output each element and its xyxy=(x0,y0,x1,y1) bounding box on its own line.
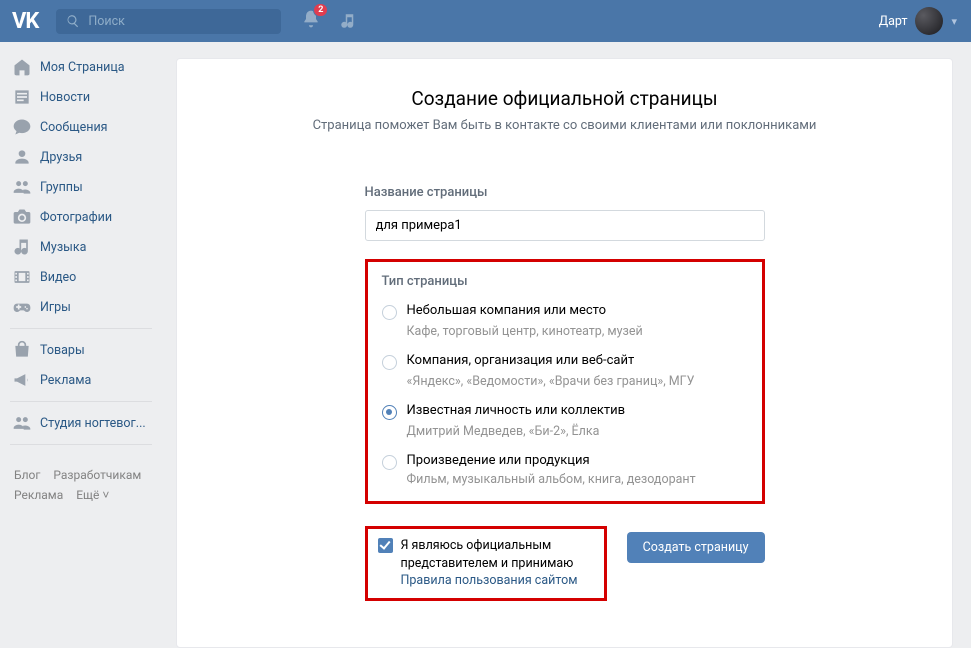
radio-hint: Дмитрий Медведев, «Би-2», Ёлка xyxy=(407,424,748,439)
nav-label: Игры xyxy=(40,300,71,315)
radio-icon xyxy=(382,405,397,420)
nav-label: Товары xyxy=(40,343,85,358)
radio-hint: Кафе, торговый центр, кинотеатр, музей xyxy=(407,324,748,339)
radio-person[interactable]: Известная личность или коллектив xyxy=(382,403,748,420)
agree-text: Я являюсь официальным представителем и п… xyxy=(401,537,594,590)
nav-label: Моя Страница xyxy=(40,60,125,75)
nav-games[interactable]: Игры xyxy=(10,292,160,322)
nav-market[interactable]: Товары xyxy=(10,335,160,365)
radio-organization[interactable]: Компания, организация или веб-сайт xyxy=(382,353,748,370)
footer-more[interactable]: Ещё ˅ xyxy=(76,485,109,505)
search-input[interactable] xyxy=(88,14,268,29)
search-box[interactable] xyxy=(56,9,281,34)
nav-messages[interactable]: Сообщения xyxy=(10,112,160,142)
vk-logo[interactable]: VK xyxy=(8,9,48,34)
nav-community[interactable]: Студия ногтевог... xyxy=(10,408,160,438)
type-highlight-box: Тип страницы Небольшая компания или мест… xyxy=(365,259,765,504)
page-subtitle: Страница поможет Вам быть в контакте со … xyxy=(197,118,932,133)
radio-hint: «Яндекс», «Ведомости», «Врачи без границ… xyxy=(407,374,748,389)
footer-links: Блог Разработчикам Реклама Ещё ˅ xyxy=(10,451,160,506)
radio-icon xyxy=(382,305,397,320)
nav-video[interactable]: Видео xyxy=(10,262,160,292)
nav-label: Группы xyxy=(40,180,83,195)
search-icon xyxy=(66,14,80,28)
left-sidebar: Моя Страница Новости Сообщения Друзья Гр… xyxy=(0,42,160,648)
nav-label: Музыка xyxy=(40,240,86,255)
terms-link[interactable]: Правила пользования сайтом xyxy=(401,573,578,588)
footer-dev[interactable]: Разработчикам xyxy=(53,465,141,485)
chevron-down-icon: ˅ xyxy=(102,488,109,502)
nav-music[interactable]: Музыка xyxy=(10,232,160,262)
nav-label: Видео xyxy=(40,270,76,285)
chevron-down-icon: ▾ xyxy=(951,15,957,28)
top-header: VK 2 Дарт ▾ xyxy=(0,0,971,42)
nav-label: Друзья xyxy=(40,150,82,165)
agree-highlight-box: Я являюсь официальным представителем и п… xyxy=(365,526,607,601)
agree-checkbox[interactable] xyxy=(378,538,393,553)
type-label: Тип страницы xyxy=(382,274,748,289)
name-label: Название страницы xyxy=(365,185,765,200)
page-title: Создание официальной страницы xyxy=(197,87,932,110)
footer-ads[interactable]: Реклама xyxy=(14,485,63,505)
user-menu[interactable]: Дарт ▾ xyxy=(879,7,963,35)
nav-groups[interactable]: Группы xyxy=(10,172,160,202)
radio-product[interactable]: Произведение или продукция xyxy=(382,453,748,470)
radio-small-company[interactable]: Небольшая компания или место xyxy=(382,303,748,320)
page-name-input[interactable] xyxy=(365,210,765,241)
footer-blog[interactable]: Блог xyxy=(14,465,40,485)
nav-friends[interactable]: Друзья xyxy=(10,142,160,172)
nav-ads[interactable]: Реклама xyxy=(10,365,160,395)
nav-photos[interactable]: Фотографии xyxy=(10,202,160,232)
music-icon[interactable] xyxy=(339,12,357,30)
radio-hint: Фильм, музыкальный альбом, книга, дезодо… xyxy=(407,472,748,487)
nav-label: Студия ногтевог... xyxy=(40,416,146,431)
nav-label: Новости xyxy=(40,90,90,105)
avatar xyxy=(915,7,943,35)
radio-icon xyxy=(382,455,397,470)
nav-label: Реклама xyxy=(40,373,91,388)
radio-icon xyxy=(382,355,397,370)
notifications-button[interactable]: 2 xyxy=(301,9,321,33)
username: Дарт xyxy=(879,14,908,29)
create-page-card: Создание официальной страницы Страница п… xyxy=(176,58,953,648)
nav-news[interactable]: Новости xyxy=(10,82,160,112)
radio-title: Небольшая компания или место xyxy=(407,303,607,318)
nav-label: Фотографии xyxy=(40,210,112,225)
nav-my-page[interactable]: Моя Страница xyxy=(10,52,160,82)
radio-title: Известная личность или коллектив xyxy=(407,403,626,418)
radio-title: Компания, организация или веб-сайт xyxy=(407,353,635,368)
radio-title: Произведение или продукция xyxy=(407,453,590,468)
create-page-button[interactable]: Создать страницу xyxy=(627,532,765,563)
notification-badge: 2 xyxy=(313,3,328,17)
nav-label: Сообщения xyxy=(40,120,108,135)
